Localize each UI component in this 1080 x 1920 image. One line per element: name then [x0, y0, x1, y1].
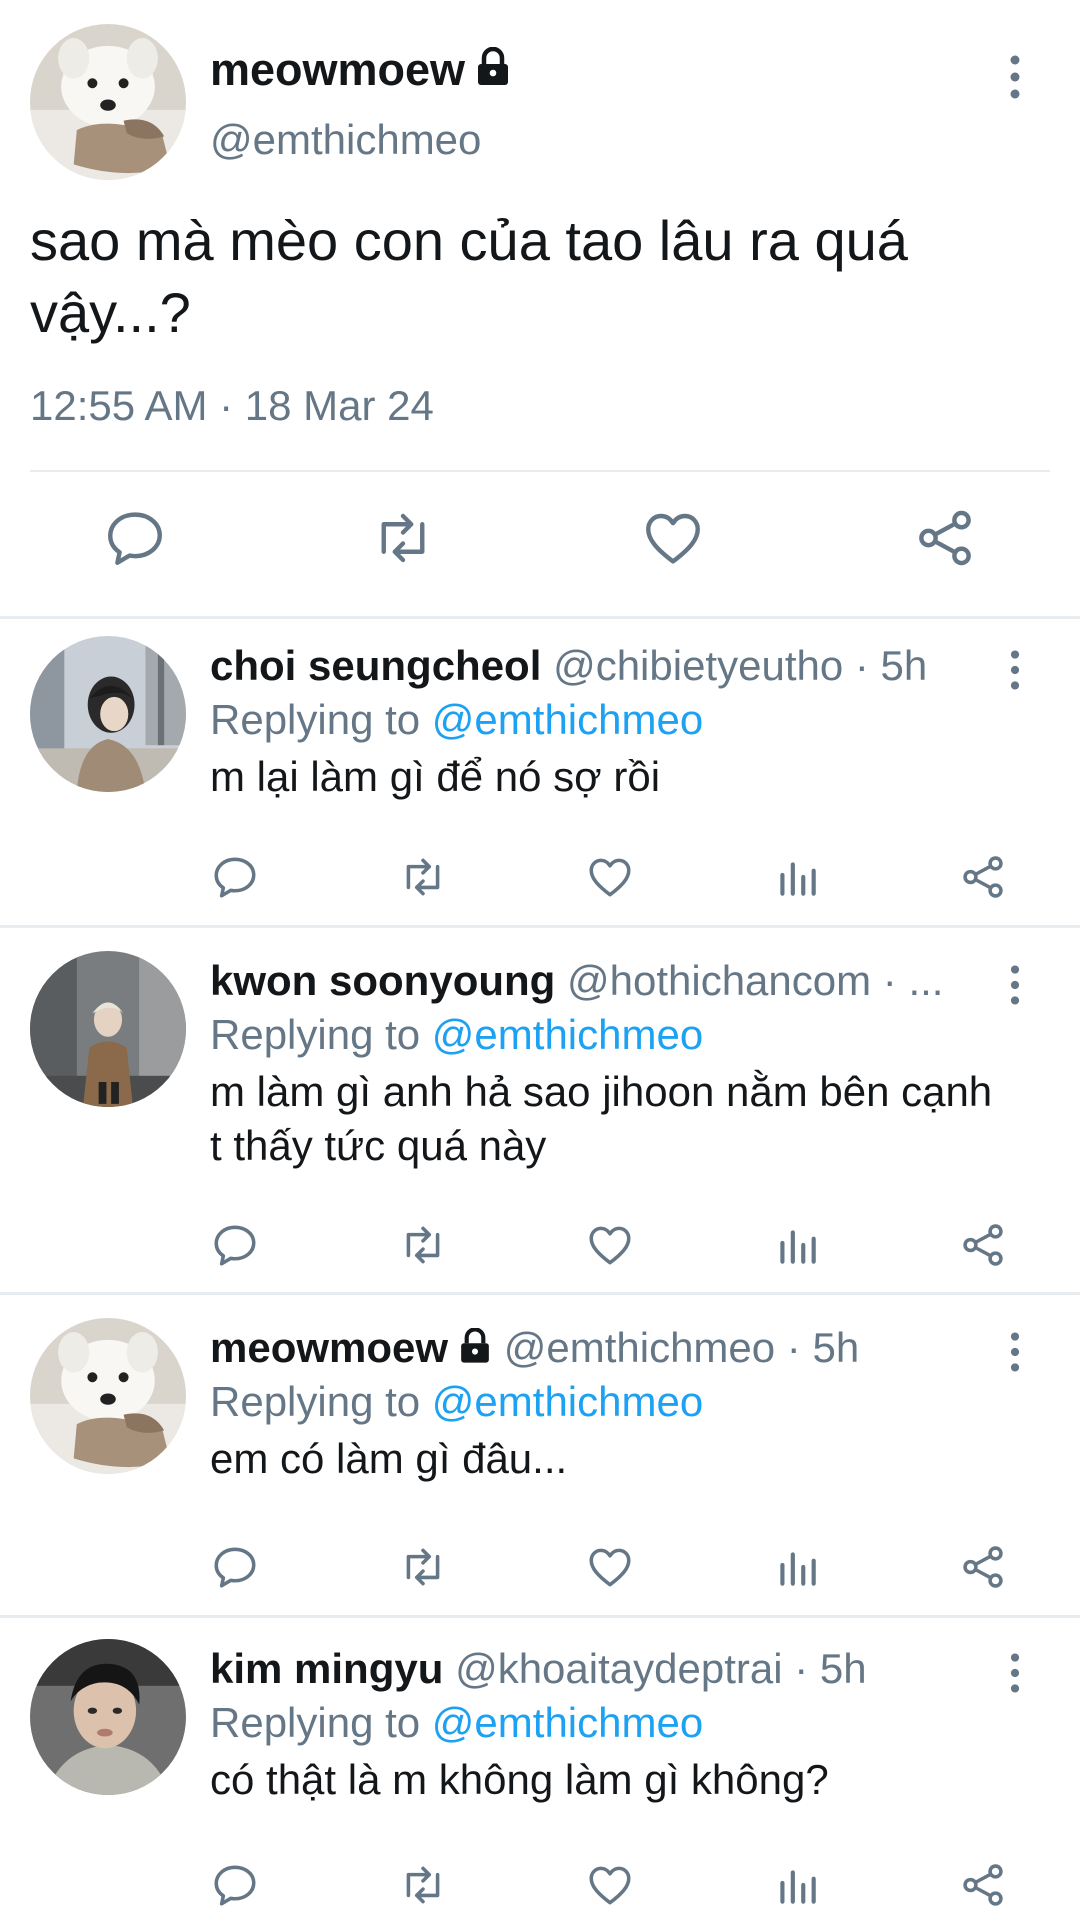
lock-icon [478, 47, 509, 85]
lock-icon [461, 1328, 489, 1363]
share-icon[interactable] [958, 1220, 1008, 1270]
divider [0, 1615, 1080, 1618]
like-icon[interactable] [640, 505, 706, 571]
replying-to: Replying to @emthichmeo [210, 1378, 703, 1426]
reply-text: m làm gì anh hả sao jihoon nằm bên cạnh … [210, 1068, 993, 1169]
replying-label: Replying to [210, 696, 421, 743]
divider [0, 616, 1080, 619]
reply-icon[interactable] [210, 852, 260, 902]
reply-text: có thật là m không làm gì không? [210, 1756, 829, 1803]
reply-header: kim mingyu @khoaitaydeptrai · 5h [210, 1645, 990, 1693]
reply-icon[interactable] [210, 1220, 260, 1270]
reply-actions [0, 1860, 1080, 1920]
replying-to: Replying to @emthichmeo [210, 1011, 703, 1059]
reply-tweet[interactable]: choi seungcheol @chibietyeutho · 5h Repl… [0, 620, 1080, 925]
like-icon[interactable] [585, 1860, 635, 1910]
like-icon[interactable] [585, 1542, 635, 1592]
author-name-text: meowmoew [210, 44, 466, 95]
avatar[interactable] [30, 24, 186, 180]
tweet-text: sao mà mèo con của tao lâu ra quá vậy...… [30, 209, 908, 344]
mention-link[interactable]: @emthichmeo [432, 1699, 703, 1746]
share-icon[interactable] [958, 1542, 1008, 1592]
more-options-icon[interactable] [1005, 965, 1025, 1005]
mention-link[interactable]: @emthichmeo [432, 1378, 703, 1425]
tweet-actions [0, 505, 1080, 585]
reply-text: m lại làm gì để nó sợ rồi [210, 753, 661, 800]
reply-actions [0, 852, 1080, 912]
replying-to: Replying to @emthichmeo [210, 696, 703, 744]
analytics-icon[interactable] [772, 852, 822, 902]
retweet-icon[interactable] [398, 1220, 448, 1270]
main-tweet: meowmoew @emthichmeo sao mà mèo con của … [0, 0, 1080, 615]
analytics-icon[interactable] [772, 1220, 822, 1270]
reply-author-name[interactable]: meowmoew [210, 1324, 448, 1371]
share-icon[interactable] [958, 852, 1008, 902]
like-icon[interactable] [585, 1220, 635, 1270]
reply-tweet[interactable]: kwon soonyoung @hothichancom · ... Reply… [0, 935, 1080, 1290]
reply-author-name[interactable]: kwon soonyoung [210, 957, 555, 1004]
more-options-icon[interactable] [1005, 1332, 1025, 1372]
mention-link[interactable]: @emthichmeo [432, 1011, 703, 1058]
share-icon[interactable] [912, 505, 978, 571]
avatar[interactable] [30, 1639, 186, 1795]
reply-header: choi seungcheol @chibietyeutho · 5h [210, 642, 990, 690]
retweet-icon[interactable] [398, 1860, 448, 1910]
reply-actions [0, 1542, 1080, 1602]
retweet-icon[interactable] [398, 1542, 448, 1592]
replying-to: Replying to @emthichmeo [210, 1699, 703, 1747]
retweet-icon[interactable] [370, 505, 436, 571]
reply-icon[interactable] [102, 505, 168, 571]
divider [30, 470, 1050, 472]
reply-meta[interactable]: @emthichmeo · 5h [504, 1324, 859, 1371]
replying-label: Replying to [210, 1699, 421, 1746]
analytics-icon[interactable] [772, 1860, 822, 1910]
reply-icon[interactable] [210, 1542, 260, 1592]
reply-author-name[interactable]: kim mingyu [210, 1645, 443, 1692]
more-options-icon[interactable] [1005, 1653, 1025, 1693]
reply-text: em có làm gì đâu... [210, 1435, 568, 1482]
reply-header: meowmoew @emthichmeo · 5h [210, 1324, 990, 1372]
reply-meta[interactable]: @hothichancom · ... [567, 957, 943, 1004]
replying-label: Replying to [210, 1011, 421, 1058]
avatar[interactable] [30, 1318, 186, 1474]
reply-actions [0, 1220, 1080, 1280]
mention-link[interactable]: @emthichmeo [432, 696, 703, 743]
reply-author-name[interactable]: choi seungcheol [210, 642, 541, 689]
divider [0, 1292, 1080, 1295]
reply-meta[interactable]: @khoaitaydeptrai · 5h [455, 1645, 867, 1692]
divider [0, 925, 1080, 928]
reply-meta[interactable]: @chibietyeutho · 5h [553, 642, 927, 689]
reply-icon[interactable] [210, 1860, 260, 1910]
like-icon[interactable] [585, 852, 635, 902]
author-name[interactable]: meowmoew [210, 44, 511, 96]
analytics-icon[interactable] [772, 1542, 822, 1592]
reply-tweet[interactable]: meowmoew @emthichmeo · 5h Replying to @e… [0, 1302, 1080, 1612]
avatar[interactable] [30, 951, 186, 1107]
retweet-icon[interactable] [398, 852, 448, 902]
reply-tweet[interactable]: kim mingyu @khoaitaydeptrai · 5h Replyin… [0, 1623, 1080, 1920]
author-handle[interactable]: @emthichmeo [210, 116, 481, 164]
reply-header: kwon soonyoung @hothichancom · ... [210, 957, 990, 1005]
avatar[interactable] [30, 636, 186, 792]
more-options-icon[interactable] [1005, 55, 1025, 99]
share-icon[interactable] [958, 1860, 1008, 1910]
more-options-icon[interactable] [1005, 650, 1025, 690]
replying-label: Replying to [210, 1378, 421, 1425]
tweet-timestamp[interactable]: 12:55 AM · 18 Mar 24 [30, 382, 434, 430]
